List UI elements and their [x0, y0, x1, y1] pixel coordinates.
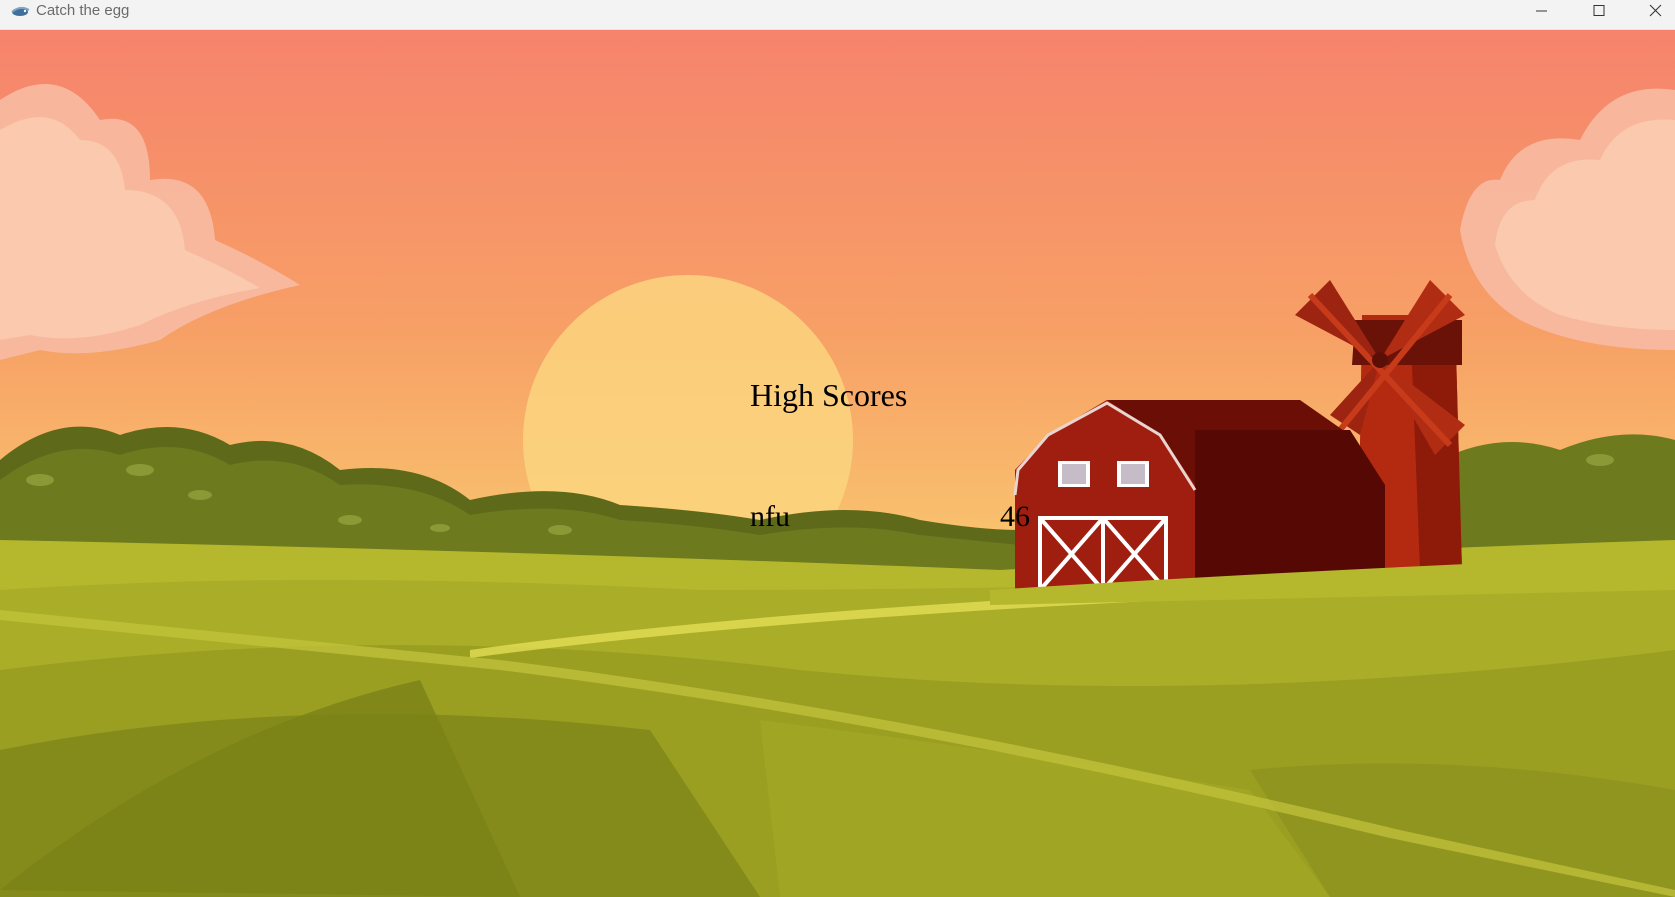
minimize-icon [1536, 10, 1547, 12]
high-scores-title: High Scores [750, 377, 908, 413]
close-icon [1649, 4, 1662, 17]
score-row: nfu 46 [750, 500, 1030, 536]
bird-app-icon [11, 6, 30, 16]
score-player-name: nfu [750, 500, 790, 533]
score-value: 46 [1000, 500, 1030, 533]
barn [1013, 400, 1385, 592]
title-bar[interactable]: Catch the egg [0, 0, 1675, 30]
maximize-button[interactable] [1570, 0, 1628, 26]
game-window: Catch the egg High Scores nfu 46 [0, 0, 1675, 897]
close-button[interactable] [1628, 0, 1675, 26]
farm-background [0, 30, 1675, 897]
maximize-icon [1593, 5, 1605, 16]
game-canvas[interactable]: High Scores nfu 46 [0, 30, 1675, 897]
window-title: Catch the egg [36, 2, 130, 19]
minimize-button[interactable] [1512, 0, 1570, 26]
